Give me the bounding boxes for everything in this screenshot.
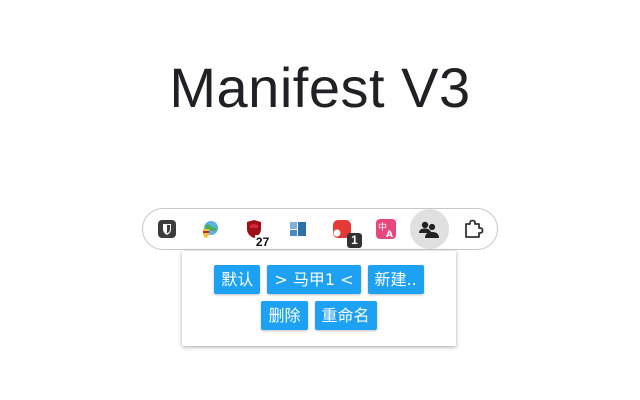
page-title: Manifest V3 [169, 56, 471, 119]
blue-panel-icon [290, 222, 307, 236]
extension-bitwarden[interactable] [147, 209, 187, 249]
popup-row-top: 默认 > 马甲1 < 新建.. [182, 265, 456, 294]
bitwarden-shield-icon [157, 220, 176, 238]
globe-shield-icon [202, 221, 218, 238]
extension-translate[interactable]: 中 A [366, 209, 406, 249]
extension-red-box[interactable]: 1 [322, 209, 362, 249]
delete-profile-button[interactable]: 删除 [261, 301, 308, 330]
extension-blue-panel[interactable] [278, 209, 318, 249]
extension-badge-count: 27 [254, 235, 271, 249]
translate-icon: 中 A [375, 219, 396, 240]
default-profile-button[interactable]: 默认 [214, 265, 261, 294]
people-icon [419, 221, 440, 238]
puzzle-icon [465, 219, 484, 238]
extensions-toolbar: 27 1 中 A [142, 208, 498, 250]
popup-row-bottom: 删除 重命名 [182, 301, 456, 330]
extensions-menu-button[interactable] [453, 209, 493, 249]
rename-profile-button[interactable]: 重命名 [314, 301, 377, 330]
current-profile-button[interactable]: > 马甲1 < [267, 265, 361, 294]
extension-red-shield[interactable]: 27 [235, 209, 275, 249]
profile-switcher-popup: 默认 > 马甲1 < 新建.. 删除 重命名 [182, 251, 456, 346]
extension-badge-count: 1 [347, 233, 362, 248]
new-profile-button[interactable]: 新建.. [367, 265, 424, 294]
extension-people-switcher[interactable] [409, 209, 450, 249]
svg-text:A: A [386, 230, 393, 240]
extension-globe[interactable] [191, 209, 231, 249]
